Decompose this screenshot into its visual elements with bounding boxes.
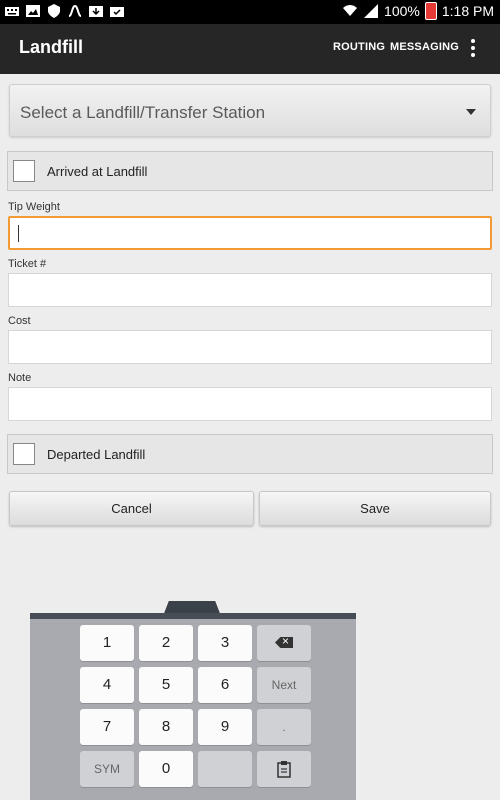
key-9[interactable]: 9 xyxy=(198,709,252,745)
sym-key[interactable]: SYM xyxy=(80,751,134,787)
arrived-label: Arrived at Landfill xyxy=(47,164,148,179)
arrived-checkbox-row[interactable]: Arrived at Landfill xyxy=(7,151,493,191)
arrived-checkbox[interactable] xyxy=(13,160,35,182)
period-key[interactable]: . xyxy=(257,709,311,745)
clipboard-icon xyxy=(277,761,291,778)
next-key[interactable]: Next xyxy=(257,667,311,703)
keyboard-icon xyxy=(5,7,19,16)
wifi-icon xyxy=(343,5,358,16)
signal-icon xyxy=(364,4,379,18)
note-label: Note xyxy=(8,372,32,384)
shield-icon xyxy=(48,4,60,18)
key-7[interactable]: 7 xyxy=(80,709,134,745)
battery-percent: 100% xyxy=(384,3,420,19)
space-key[interactable] xyxy=(198,751,252,787)
numeric-keyboard: 1 2 3 4 5 6 Next 7 8 9 . SYM 0 xyxy=(30,613,356,800)
departed-checkbox[interactable] xyxy=(13,443,35,465)
check-bag-icon xyxy=(110,7,124,17)
backspace-key[interactable] xyxy=(257,625,311,661)
save-button[interactable]: Save xyxy=(259,491,491,526)
routing-menu-item[interactable]: ROUTING xyxy=(333,41,385,53)
battery-icon xyxy=(424,2,437,20)
key-1[interactable]: 1 xyxy=(80,625,134,661)
ticket-label: Ticket # xyxy=(8,258,47,270)
overflow-menu-icon[interactable] xyxy=(470,39,476,59)
key-3[interactable]: 3 xyxy=(198,625,252,661)
page-title: Landfill xyxy=(19,37,83,57)
spinner-placeholder: Select a Landfill/Transfer Station xyxy=(20,103,266,122)
status-bar: 100% 1:18 PM xyxy=(0,0,500,24)
clipboard-key[interactable] xyxy=(257,751,311,787)
dropdown-arrow-icon xyxy=(466,109,476,115)
image-icon xyxy=(26,5,40,17)
key-0[interactable]: 0 xyxy=(139,751,193,787)
cancel-button[interactable]: Cancel xyxy=(9,491,254,526)
key-8[interactable]: 8 xyxy=(139,709,193,745)
download-icon xyxy=(89,6,103,17)
app-bar: Landfill ROUTING MESSAGING xyxy=(0,24,500,74)
note-input[interactable] xyxy=(8,387,492,421)
landfill-spinner[interactable]: Select a Landfill/Transfer Station xyxy=(9,84,491,137)
messaging-menu-item[interactable]: MESSAGING xyxy=(390,41,459,53)
notification-icons xyxy=(4,3,125,19)
backspace-icon xyxy=(275,637,293,648)
cost-label: Cost xyxy=(8,315,31,327)
cost-input[interactable] xyxy=(8,330,492,364)
tip-weight-input[interactable] xyxy=(8,216,492,250)
tip-weight-label: Tip Weight xyxy=(8,201,60,213)
route-icon xyxy=(68,4,82,17)
key-2[interactable]: 2 xyxy=(139,625,193,661)
departed-label: Departed Landfill xyxy=(47,447,146,462)
departed-checkbox-row[interactable]: Departed Landfill xyxy=(7,434,493,474)
key-5[interactable]: 5 xyxy=(139,667,193,703)
clock: 1:18 PM xyxy=(441,3,494,19)
ticket-input[interactable] xyxy=(8,273,492,307)
key-4[interactable]: 4 xyxy=(80,667,134,703)
text-caret xyxy=(18,225,19,242)
key-6[interactable]: 6 xyxy=(198,667,252,703)
